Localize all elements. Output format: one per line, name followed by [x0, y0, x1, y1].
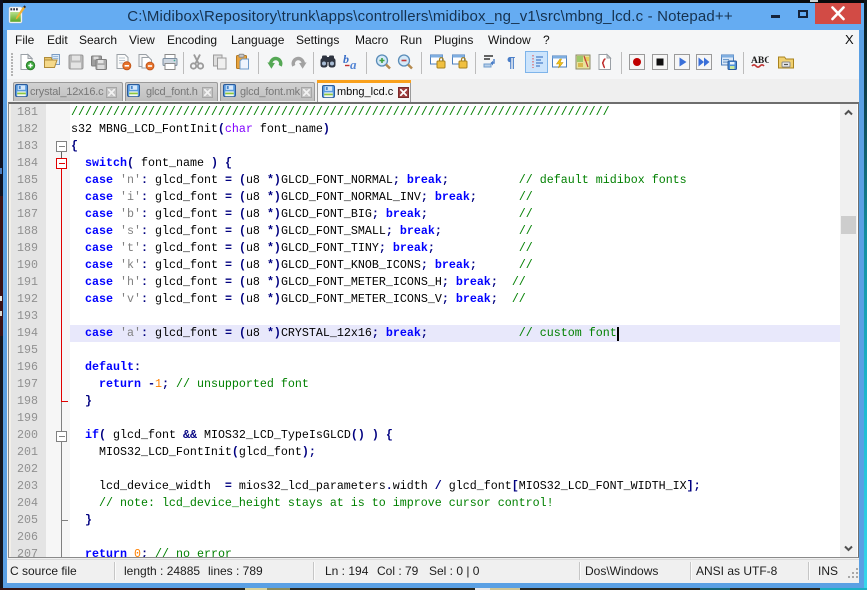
- svg-text:a: a: [350, 57, 357, 71]
- svg-text:¶: ¶: [507, 54, 515, 71]
- svg-text:b: b: [343, 53, 349, 66]
